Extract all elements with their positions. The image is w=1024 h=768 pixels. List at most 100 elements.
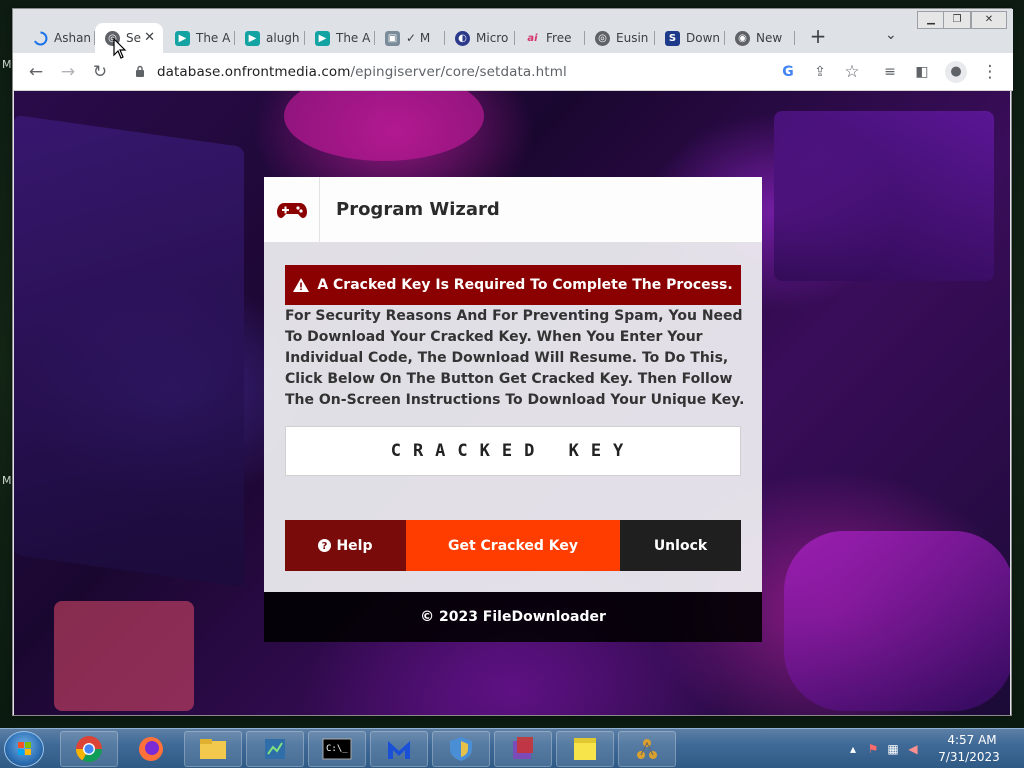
reading-list-icon[interactable]: ≡	[879, 61, 901, 83]
tab-5[interactable]: ▶ The A	[305, 23, 375, 53]
program-wizard-card: Program Wizard A Cracked Key Is Required…	[264, 177, 762, 592]
help-button[interactable]: ? Help	[285, 520, 406, 571]
tab-label: The A	[336, 31, 371, 45]
new-tab-button[interactable]: +	[806, 25, 830, 49]
header-icon-cell	[264, 177, 320, 243]
get-cracked-key-button[interactable]: Get Cracked Key	[406, 520, 620, 571]
tab-7[interactable]: ◐ Micro	[445, 23, 515, 53]
file-explorer-taskbar-icon[interactable]	[184, 731, 242, 767]
tab-3[interactable]: ▶ The A	[165, 23, 235, 53]
clock-date[interactable]: 7/31/2023	[936, 750, 1002, 764]
tab-label: alugh	[266, 31, 300, 45]
tab-search-chevron-icon[interactable]: ⌄	[885, 27, 897, 43]
button-row: ? Help Get Cracked Key Unlock	[285, 520, 741, 571]
sticky-notes-taskbar-icon[interactable]	[556, 731, 614, 767]
tab-10[interactable]: S Down	[655, 23, 725, 53]
play-icon: ▶	[175, 30, 190, 46]
desktop-icon-label: M	[2, 474, 12, 487]
reload-icon[interactable]: ↻	[89, 61, 111, 83]
play-icon: ▶	[315, 30, 330, 46]
ai-icon: ai	[527, 32, 538, 44]
tab-4[interactable]: ▶ alugh	[235, 23, 305, 53]
help-button-label: Help	[336, 537, 373, 554]
keyboard-background-shape	[14, 114, 244, 588]
tab-label: Eusin	[616, 31, 649, 45]
network-icon[interactable]: ▦	[886, 742, 900, 756]
tab-label: New	[756, 31, 783, 45]
firefox-taskbar-icon[interactable]	[122, 731, 180, 767]
page-title: Program Wizard	[336, 199, 500, 220]
back-arrow-icon[interactable]: ←	[25, 61, 47, 83]
alert-banner: A Cracked Key Is Required To Complete Th…	[285, 265, 741, 305]
forward-arrow-icon[interactable]: →	[57, 61, 79, 83]
mug-background-shape	[284, 91, 484, 161]
start-button[interactable]	[4, 731, 44, 767]
volume-muted-icon[interactable]: ◀	[906, 742, 920, 756]
tab-1[interactable]: Ashan	[23, 23, 95, 53]
play-icon: ▶	[245, 30, 260, 46]
tab-2-active[interactable]: ◎ Se ✕	[95, 23, 163, 53]
tab-6[interactable]: ▣ ✓ M	[375, 23, 445, 53]
side-panel-icon[interactable]: ◧	[911, 61, 933, 83]
page-footer: © 2023 FileDownloader	[264, 592, 762, 642]
tab-label: Se	[126, 31, 141, 45]
url-path: /epingiserver/core/setdata.html	[350, 64, 567, 80]
share-icon[interactable]: ⇪	[809, 61, 831, 83]
profile-avatar-icon[interactable]: ●	[945, 61, 967, 83]
network-tool-taskbar-icon[interactable]	[618, 731, 676, 767]
tab-label: Ashan	[54, 31, 92, 45]
instructions-text: For Security Reasons And For Preventing …	[285, 308, 745, 408]
windows-logo-icon	[18, 742, 31, 755]
tab-label: Micro	[476, 31, 509, 45]
browser-toolbar: ← → ↻ database.onfrontmedia.com/epingise…	[13, 53, 1013, 91]
command-prompt-taskbar-icon[interactable]: C:\_	[308, 731, 366, 767]
google-lens-icon[interactable]: G	[777, 61, 799, 83]
loading-spinner-icon	[33, 31, 48, 46]
malwarebytes-taskbar-icon[interactable]	[370, 731, 428, 767]
maximize-button[interactable]: ❐	[943, 11, 971, 29]
page-viewport: Program Wizard A Cracked Key Is Required…	[14, 91, 1010, 715]
tab-8[interactable]: ai Free	[515, 23, 585, 53]
bookmark-star-icon[interactable]: ☆	[841, 61, 863, 83]
chrome-icon: ◉	[735, 30, 750, 46]
alert-text: A Cracked Key Is Required To Complete Th…	[317, 277, 733, 293]
shield-icon: ◐	[455, 30, 470, 46]
kebab-menu-icon[interactable]: ⋮	[979, 61, 1001, 83]
get-cracked-key-label: Get Cracked Key	[447, 537, 579, 554]
warning-icon	[293, 278, 310, 292]
show-hidden-icons-chevron-icon[interactable]: ▴	[846, 742, 860, 756]
action-center-flag-icon[interactable]: ⚑	[866, 742, 880, 756]
tab-label: The A	[196, 31, 231, 45]
svg-text:C:\_: C:\_	[326, 744, 348, 754]
chrome-taskbar-icon[interactable]	[60, 731, 118, 767]
controller-background-shape	[784, 531, 1010, 711]
clock-time[interactable]: 4:57 AM	[942, 733, 1002, 747]
question-circle-icon: ?	[318, 539, 332, 552]
gamepad-icon	[276, 203, 307, 218]
browser-window: Ashan ◎ Se ✕ ▶ The A ▶ alugh ▶ The A ▣ ✓…	[12, 8, 1013, 716]
tab-label: Free	[546, 31, 572, 45]
close-tab-icon[interactable]: ✕	[144, 30, 155, 45]
cracked-key-field[interactable]: CRACKED KEY	[285, 426, 741, 476]
close-window-button[interactable]: ✕	[971, 11, 1007, 29]
svg-text:?: ?	[322, 541, 328, 552]
system-tray: ▴ ⚑ ▦ ◀ 4:57 AM 7/31/2023	[834, 729, 1024, 768]
url-text: database.onfrontmedia.com/epingiserver/c…	[157, 64, 567, 80]
unlock-button[interactable]: Unlock	[620, 520, 741, 571]
tab-11[interactable]: ◉ New	[725, 23, 795, 53]
image-icon: ▣	[385, 30, 400, 46]
globe-icon: ◎	[595, 30, 610, 46]
tab-9[interactable]: ◎ Eusin	[585, 23, 655, 53]
url-host: database.onfrontmedia.com	[157, 64, 351, 80]
tab-label: Down	[686, 31, 721, 45]
tab-label: ✓ M	[406, 31, 431, 45]
unlock-button-label: Unlock	[653, 537, 708, 554]
mouse-cursor-icon	[113, 38, 127, 59]
box-background-shape	[54, 601, 194, 711]
lock-icon	[136, 65, 144, 77]
security-shield-taskbar-icon[interactable]	[432, 731, 490, 767]
minimize-button[interactable]: ▁	[917, 11, 945, 29]
taskbar: C:\_ ▴ ⚑ ▦ ◀ 4:57 AM 7/31/2023	[0, 728, 1024, 768]
installer-taskbar-icon[interactable]	[494, 731, 552, 767]
task-manager-taskbar-icon[interactable]	[246, 731, 304, 767]
